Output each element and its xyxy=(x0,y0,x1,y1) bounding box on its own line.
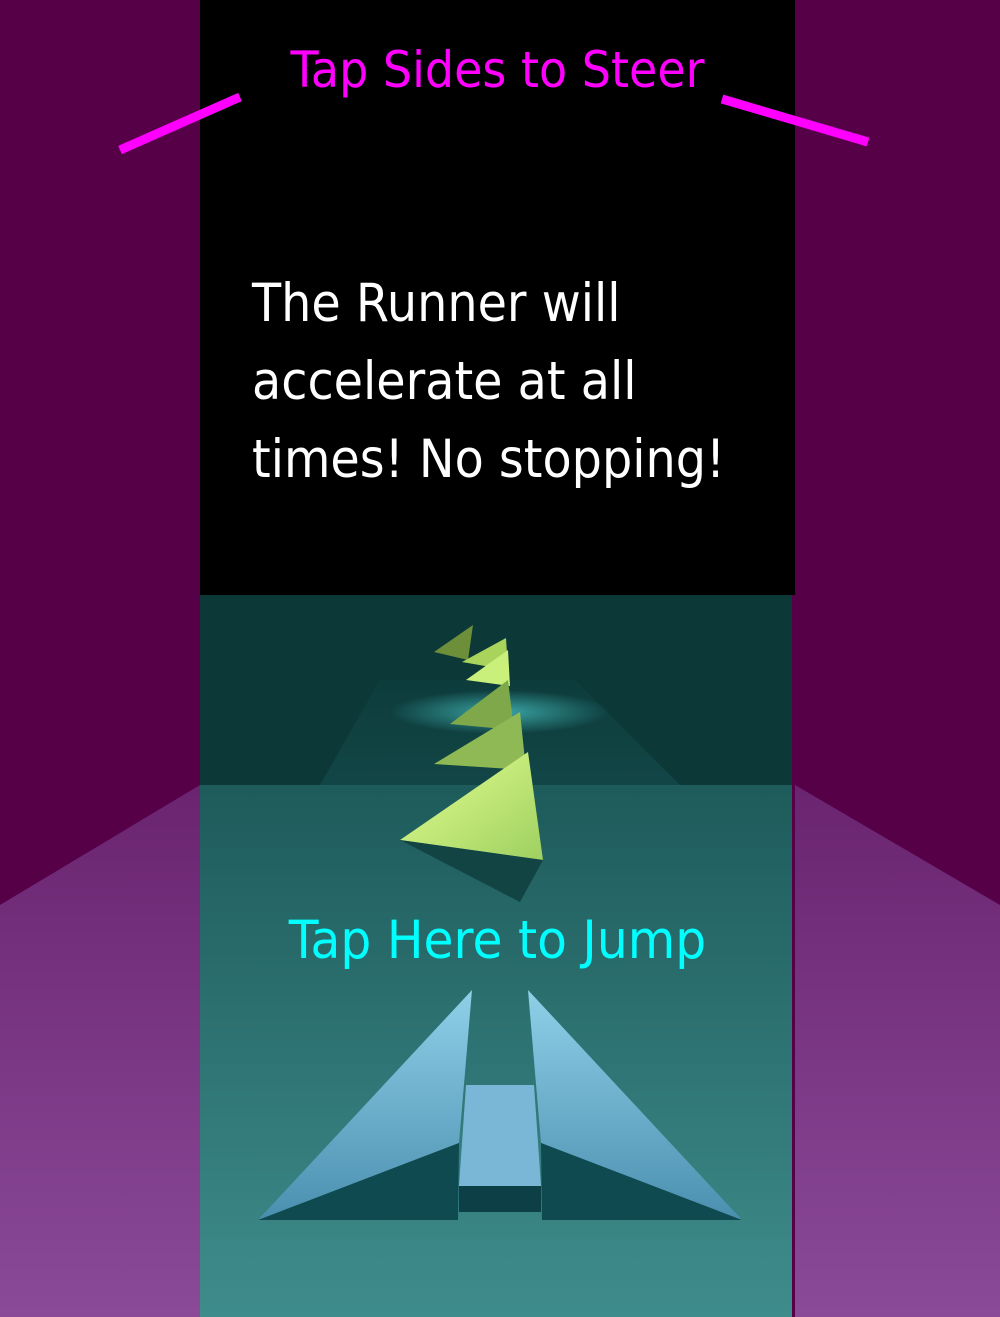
jump-hint-text: Tap Here to Jump xyxy=(288,910,707,971)
steer-hint-text: Tap Sides to Steer xyxy=(290,41,705,99)
game-scene xyxy=(0,0,1000,1317)
ramp-center-front xyxy=(459,1186,541,1212)
ramp-center-top xyxy=(459,1085,541,1186)
message-line-3: times! No stopping! xyxy=(252,429,726,490)
acceleration-message: The Runner will accelerate at all times!… xyxy=(252,265,738,499)
message-line-1: The Runner will xyxy=(252,273,621,334)
message-line-2: accelerate at all xyxy=(252,351,637,412)
